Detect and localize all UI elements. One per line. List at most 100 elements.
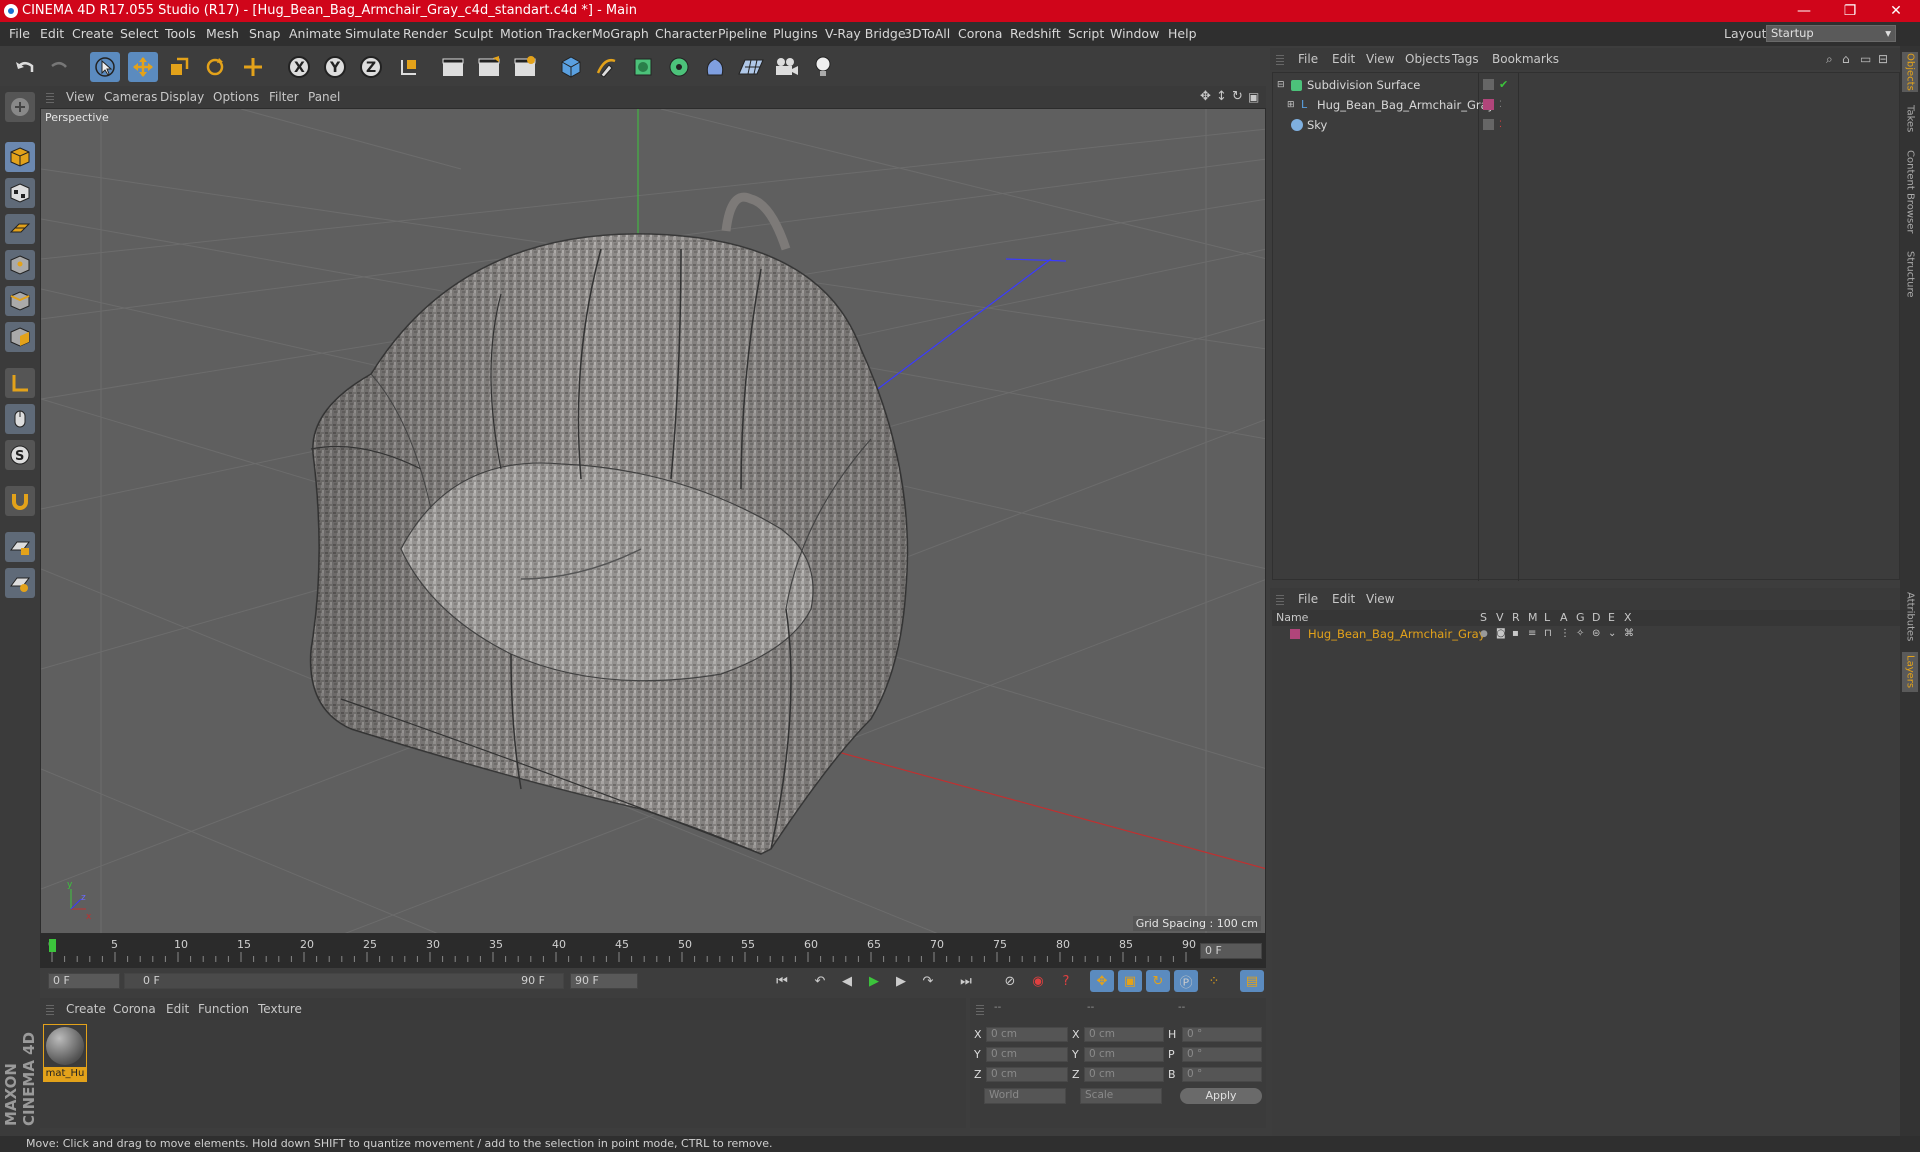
viewport-menu-panel[interactable]: Panel: [308, 86, 340, 108]
rotation-h-field[interactable]: 0 °: [1182, 1027, 1262, 1042]
menu-window[interactable]: Window: [1110, 22, 1159, 46]
go-to-start-button[interactable]: ⏮: [770, 970, 794, 992]
make-editable-button[interactable]: [5, 92, 35, 122]
key-parameter-button[interactable]: Ⓟ: [1174, 970, 1198, 992]
viewport-menu-cameras[interactable]: Cameras: [104, 86, 157, 108]
menu-corona[interactable]: Corona: [958, 22, 1002, 46]
coordinate-mode-dropdown[interactable]: World: [984, 1088, 1066, 1104]
size-z-field[interactable]: 0 cm: [1084, 1067, 1164, 1082]
menu-help[interactable]: Help: [1168, 22, 1197, 46]
frame-range-slider[interactable]: 0 F 90 F: [124, 973, 564, 989]
move-tool-button[interactable]: [128, 52, 158, 82]
viewport-menu-filter[interactable]: Filter: [269, 86, 299, 108]
menu-file[interactable]: File: [9, 22, 30, 46]
menu-sculpt[interactable]: Sculpt: [454, 22, 493, 46]
keyframe-selection-button[interactable]: ⊘: [998, 970, 1022, 992]
record-button[interactable]: ◉: [1026, 970, 1050, 992]
axis-mode-button[interactable]: [5, 368, 35, 398]
expression-icon[interactable]: ⌄: [1608, 626, 1616, 642]
drag-handle-icon[interactable]: [46, 91, 54, 103]
previous-key-button[interactable]: ↶: [808, 970, 832, 992]
floor-object-button[interactable]: [736, 52, 766, 82]
layer-color-icon[interactable]: [1483, 99, 1494, 110]
workplane-mode-button[interactable]: [5, 214, 35, 244]
autokey-button[interactable]: ?: [1054, 970, 1078, 992]
material-menu-function[interactable]: Function: [198, 998, 249, 1020]
live-selection-button[interactable]: [90, 52, 120, 82]
current-frame-field[interactable]: 0 F: [1200, 943, 1262, 959]
camera-object-button[interactable]: [772, 52, 802, 82]
cloner-button[interactable]: [664, 52, 694, 82]
viewport-menu-display[interactable]: Display: [160, 86, 204, 108]
render-view-button[interactable]: [438, 52, 468, 82]
viewport-menu-view[interactable]: View: [66, 86, 94, 108]
cube-object-button[interactable]: [556, 52, 586, 82]
layer-menu-view[interactable]: View: [1366, 588, 1394, 610]
next-frame-button[interactable]: ▶: [889, 970, 913, 992]
tweak-mode-button[interactable]: [5, 404, 35, 434]
rotation-p-field[interactable]: 0 °: [1182, 1047, 1262, 1062]
visibility-toggle-icon[interactable]: [1483, 119, 1494, 130]
dots-icon[interactable]: ⁚: [1499, 95, 1502, 115]
menu-vray-bridge[interactable]: V-Ray Bridge: [825, 22, 906, 46]
rotation-b-field[interactable]: 0 °: [1182, 1067, 1262, 1082]
timeline-ruler[interactable]: 051015202530354045505560657075808590 0 F: [40, 934, 1266, 968]
object-menu-objects[interactable]: Objects: [1405, 48, 1450, 70]
viewport-maximize-icon[interactable]: ▣: [1248, 86, 1259, 108]
expand-toggle-icon[interactable]: ⊞: [1287, 95, 1295, 115]
lock-icon[interactable]: ⊓: [1544, 626, 1552, 642]
z-axis-button[interactable]: Z: [356, 52, 386, 82]
end-frame-field[interactable]: 90 F: [570, 973, 638, 989]
menu-tools[interactable]: Tools: [165, 22, 196, 46]
points-mode-button[interactable]: [5, 250, 35, 280]
spline-pen-button[interactable]: [592, 52, 622, 82]
layer-menu-file[interactable]: File: [1298, 588, 1318, 610]
deformer-icon[interactable]: ⊜: [1592, 626, 1600, 642]
dots-icon[interactable]: ⁚: [1499, 115, 1502, 135]
material-menu-corona[interactable]: Corona: [113, 998, 156, 1020]
viewport-rotate-icon[interactable]: ↻: [1232, 86, 1243, 108]
size-y-field[interactable]: 0 cm: [1084, 1047, 1164, 1062]
texture-mode-button[interactable]: [5, 178, 35, 208]
object-row-subdivision[interactable]: ⊟ Subdivision Surface ✔: [1273, 75, 1898, 95]
object-menu-file[interactable]: File: [1298, 48, 1318, 70]
render-picture-viewer-button[interactable]: [474, 52, 504, 82]
manager-icon[interactable]: ≡: [1528, 626, 1536, 642]
go-to-end-button[interactable]: ⏭: [954, 970, 978, 992]
light-object-button[interactable]: [808, 52, 838, 82]
visibility-toggle-icon[interactable]: [1483, 79, 1494, 90]
redo-button[interactable]: [44, 52, 74, 82]
timeline-window-button[interactable]: ▤: [1240, 970, 1264, 992]
next-key-button[interactable]: ↷: [916, 970, 940, 992]
layer-color-icon[interactable]: [1290, 629, 1300, 639]
maximize-button[interactable]: ❐: [1827, 0, 1873, 22]
tab-layers[interactable]: Layers: [1902, 652, 1918, 692]
drag-handle-icon[interactable]: [976, 1003, 984, 1015]
material-menu-edit[interactable]: Edit: [166, 998, 189, 1020]
start-frame-field[interactable]: 0 F: [48, 973, 120, 989]
menu-mograph[interactable]: MoGraph: [592, 22, 649, 46]
minimize-button[interactable]: —: [1781, 0, 1827, 22]
solo-icon[interactable]: ●: [1480, 626, 1488, 642]
magnet-button[interactable]: [5, 486, 35, 516]
menu-snap[interactable]: Snap: [249, 22, 280, 46]
previous-frame-button[interactable]: ◀: [835, 970, 859, 992]
x-axis-button[interactable]: X: [284, 52, 314, 82]
play-button[interactable]: ▶: [862, 970, 886, 992]
tab-content-browser[interactable]: Content Browser: [1902, 146, 1918, 238]
key-position-button[interactable]: ✥: [1090, 970, 1114, 992]
key-rotation-button[interactable]: ↻: [1146, 970, 1170, 992]
eye-icon[interactable]: ◙: [1496, 626, 1506, 642]
menu-edit[interactable]: Edit: [40, 22, 64, 46]
xref-icon[interactable]: ⌘: [1624, 626, 1634, 642]
animation-icon[interactable]: ⋮: [1560, 626, 1570, 642]
viewport-move-icon[interactable]: ✥: [1200, 86, 1211, 108]
model-mode-button[interactable]: [5, 142, 35, 172]
object-menu-tags[interactable]: Tags: [1452, 48, 1479, 70]
viewport-menu-options[interactable]: Options: [213, 86, 259, 108]
menu-redshift[interactable]: Redshift: [1010, 22, 1061, 46]
layout-dropdown[interactable]: Startup ▾: [1766, 25, 1896, 42]
rotate-tool-button[interactable]: [200, 52, 230, 82]
material-menu-texture[interactable]: Texture: [258, 998, 302, 1020]
subdivision-button[interactable]: [628, 52, 658, 82]
